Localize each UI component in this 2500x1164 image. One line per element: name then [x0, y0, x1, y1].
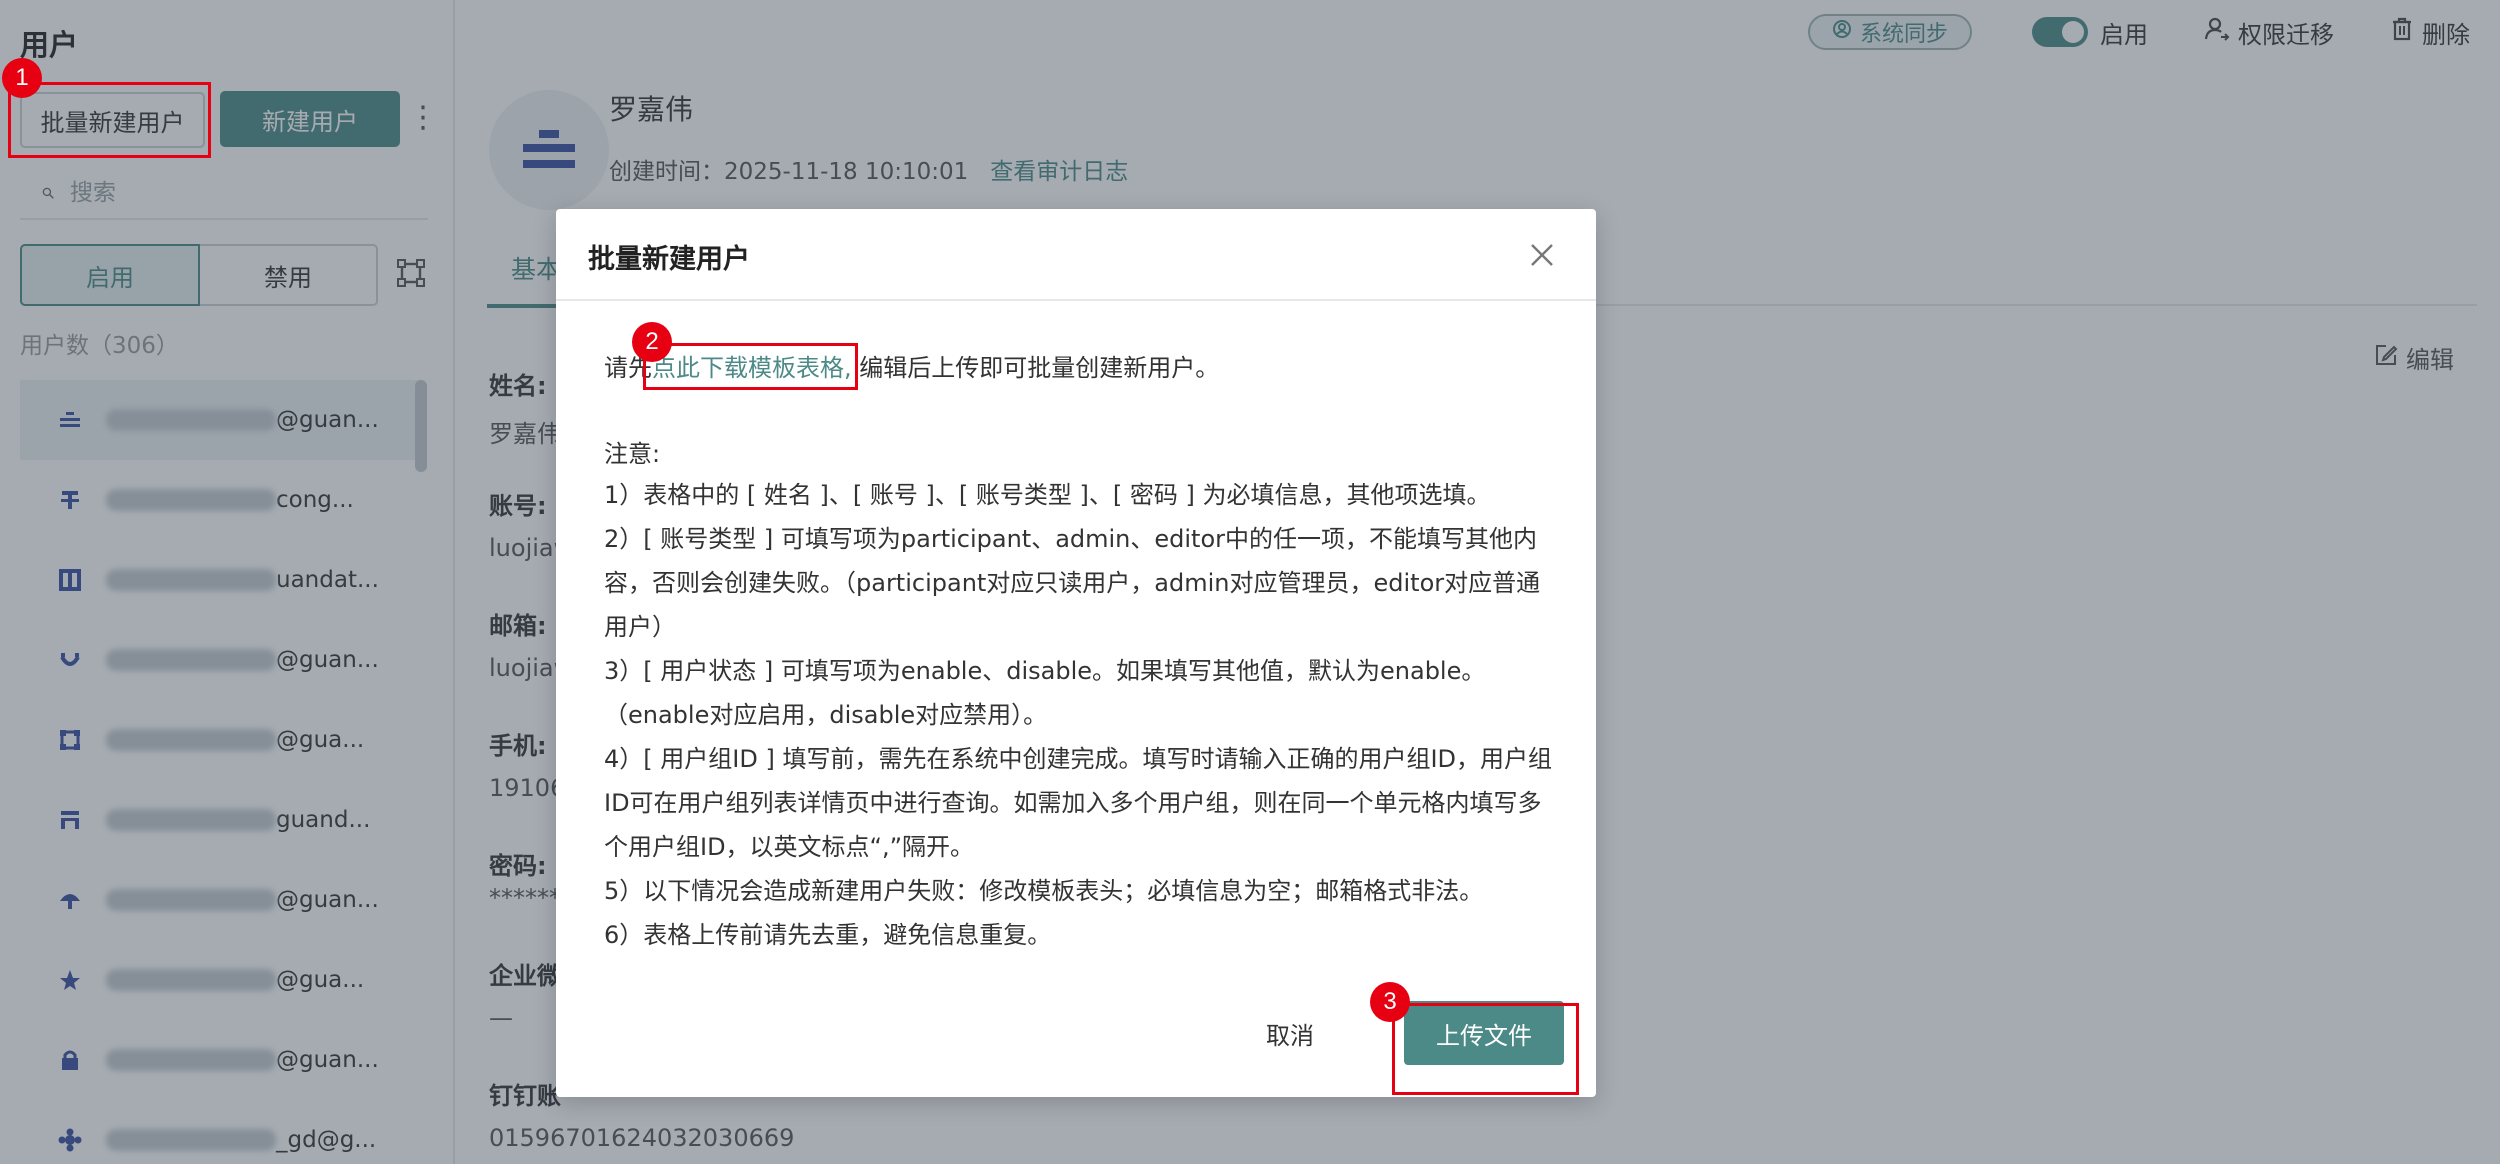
note-item: 2）[ 账号类型 ] 可填写项为participant、admin、editor… [604, 525, 1541, 641]
note-item: 3）[ 用户状态 ] 可填写项为enable、disable。如果填写其他值，默… [604, 657, 1486, 729]
intro-suffix: 编辑后上传即可批量创建新用户。 [851, 354, 1220, 382]
callout-badge-step3: 3 [1370, 982, 1410, 1022]
cancel-button[interactable]: 取消 [1242, 1001, 1338, 1065]
note-item: 4）[ 用户组ID ] 填写前，需先在系统中创建完成。填写时请输入正确的用户组I… [604, 745, 1552, 861]
dialog-title: 批量新建用户 [588, 244, 750, 275]
note-item: 1）表格中的 [ 姓名 ]、[ 账号 ]、[ 账号类型 ]、[ 密码 ] 为必填… [604, 481, 1491, 509]
callout-box-step1 [8, 82, 211, 158]
note-item: 5）以下情况会造成新建用户失败：修改模板表头；必填信息为空；邮箱格式非法。 [604, 877, 1484, 905]
callout-badge-step1: 1 [2, 58, 42, 98]
callout-badge-step2: 2 [632, 322, 672, 362]
close-icon[interactable] [1528, 241, 1556, 269]
dialog-body: 请先点此下载模板表格, 编辑后上传即可批量创建新用户。 注意: 1）表格中的 [… [604, 349, 1564, 957]
callout-box-step3 [1392, 1003, 1579, 1095]
notes-title: 注意: [604, 440, 661, 468]
dialog-header: 批量新建用户 [556, 209, 1596, 301]
callout-box-step2 [643, 343, 858, 390]
note-item: 6）表格上传前请先去重，避免信息重复。 [604, 921, 1052, 949]
